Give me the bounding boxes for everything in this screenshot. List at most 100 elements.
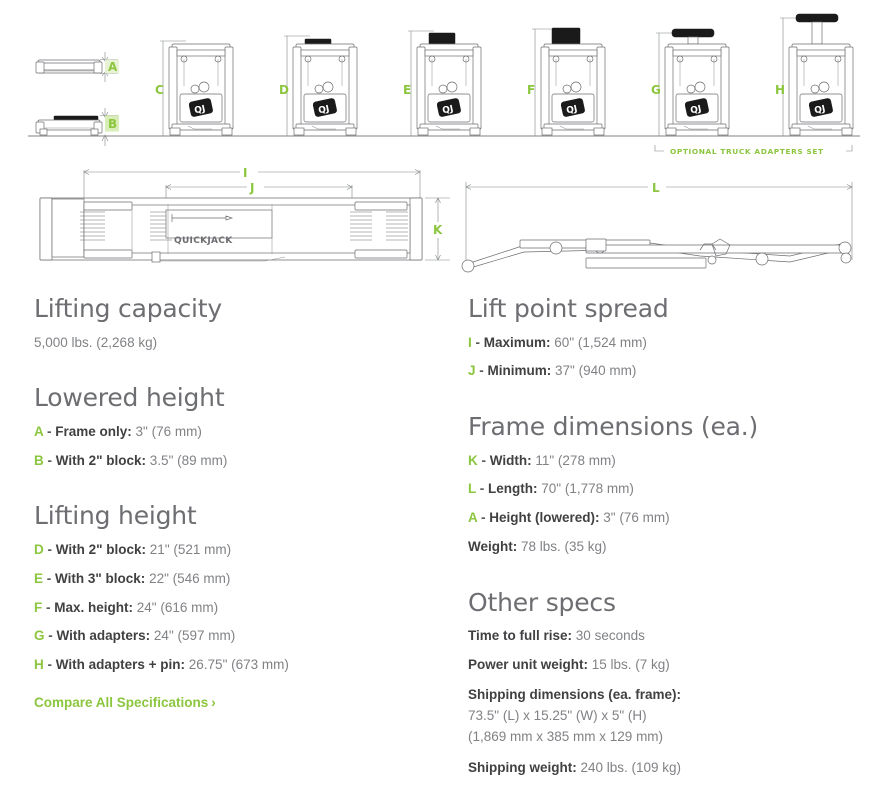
spec-sheet-page: A B C QJ D QJ E QJ F QJ G QJ H QJ OPTION… (0, 0, 885, 791)
spec-key: Weight: (468, 539, 518, 555)
svg-text:L: L (652, 181, 660, 195)
lift-unit-g: G QJ (651, 28, 730, 136)
svg-text:QUICKJACK: QUICKJACK (174, 236, 233, 246)
section-title-lift-point-spread: Lift point spread (468, 294, 669, 323)
svg-text:J: J (249, 181, 254, 195)
spec-key: Width: (489, 452, 532, 468)
compare-all-specifications-link[interactable]: Compare All Specifications › (34, 695, 216, 710)
diagram-area: A B C QJ D QJ E QJ F QJ G QJ H QJ OPTION… (0, 0, 885, 285)
spec-key: Time to full rise: (468, 628, 573, 644)
spec-value: 60" (1,524 mm) (554, 334, 647, 350)
spec-row-power-unit-weight: Power unit weight: 15 lbs. (7 kg) (468, 656, 864, 674)
spec-key: Shipping dimensions (ea. frame): (468, 687, 682, 702)
svg-text:C: C (155, 83, 164, 97)
spec-row-lifting-h: H - With adapters + pin: 26.75" (673 mm) (34, 657, 289, 673)
svg-text:K: K (433, 223, 443, 237)
lift-unit-f: F QJ (527, 27, 606, 136)
side-view-frame: L (461, 181, 853, 273)
svg-text:B: B (108, 117, 117, 131)
section-title-lowered-height: Lowered height (34, 383, 225, 413)
spec-row-lowered-a: A - Frame only: 3" (76 mm) (34, 423, 202, 439)
spec-value: 24" (597 mm) (153, 628, 236, 644)
spec-key: Height (lowered): (489, 510, 600, 526)
specs-area: Lifting capacity 5,000 lbs. (2,268 kg) L… (0, 295, 885, 791)
spec-row-frame-k: K - Width: 11" (278 mm) (468, 452, 616, 468)
callout-letter: B (34, 452, 44, 468)
spec-row-shipping-dimensions: Shipping dimensions (ea. frame): 73.5" (… (468, 685, 864, 748)
specs-left-column: Lifting capacity 5,000 lbs. (2,268 kg) L… (0, 295, 442, 791)
callout-letter: G (34, 628, 45, 644)
spec-key: Minimum: (487, 363, 552, 379)
spec-value: 78 lbs. (35 kg) (521, 539, 607, 555)
chevron-right-icon: › (211, 695, 216, 710)
spec-value: 22" (546 mm) (149, 570, 231, 586)
spec-row-frame-weight: Weight: 78 lbs. (35 kg) (468, 538, 864, 556)
callout-letter: D (34, 541, 44, 557)
callout-letter: K (468, 452, 478, 468)
section-title-frame-dimensions: Frame dimensions (ea.) (468, 412, 759, 442)
callout-letter: L (468, 481, 477, 497)
spec-row-lowered-b: B - With 2" block: 3.5" (89 mm) (34, 452, 228, 468)
spec-key: Max. height: (54, 599, 134, 615)
spec-key: With 2" block: (55, 541, 147, 557)
spec-key: With 2" block: (55, 452, 147, 468)
spec-row-frame-a: A - Height (lowered): 3" (76 mm) (468, 510, 670, 526)
callout-letter: J (468, 363, 476, 379)
svg-text:F: F (527, 83, 535, 97)
spec-value-line-1: 73.5" (L) x 15.25" (W) x 5" (H) (468, 707, 647, 723)
spec-value: 37" (940 mm) (555, 363, 637, 379)
spec-row-lifting-f: F - Max. height: 24" (616 mm) (34, 599, 219, 615)
spec-value: 3.5" (89 mm) (149, 452, 228, 468)
spec-value: 21" (521 mm) (149, 541, 232, 557)
lift-unit-h: H QJ (775, 13, 854, 136)
spec-value-line-2: (1,869 mm x 385 mm x 129 mm) (468, 728, 664, 744)
svg-text:I: I (243, 166, 247, 180)
svg-text:G: G (651, 83, 661, 97)
spec-key: With 3" block: (55, 570, 146, 586)
plan-view-frame: I J QUICKJACK K (39, 166, 450, 263)
lift-unit-c: C QJ (155, 40, 234, 136)
spec-value: 26.75" (673 mm) (188, 657, 289, 673)
lift-frame-lowered-a (35, 59, 103, 74)
svg-text:H: H (775, 83, 785, 97)
spec-value: 3" (76 mm) (603, 510, 670, 526)
lift-unit-d: D QJ (279, 35, 358, 136)
svg-text:E: E (403, 83, 411, 97)
section-title-lifting-capacity: Lifting capacity (34, 294, 222, 323)
section-title-other-specs: Other specs (468, 587, 616, 617)
callout-letter: A (34, 423, 44, 439)
spec-key: Maximum: (483, 334, 551, 350)
callout-letter: F (34, 599, 43, 615)
callout-letter: E (34, 570, 44, 586)
spec-row-lifting-e: E - With 3" block: 22" (546 mm) (34, 570, 231, 586)
spec-key: Frame only: (55, 423, 132, 439)
spec-value: 30 seconds (575, 628, 645, 644)
spec-row-lifting-d: D - With 2" block: 21" (521 mm) (34, 541, 232, 557)
lift-unit-e: E QJ (403, 30, 482, 136)
spec-key: With adapters + pin: (55, 657, 186, 673)
spec-key: Power unit weight: (468, 657, 588, 673)
callout-letter: H (34, 657, 44, 673)
spec-row-spread-i: I - Maximum: 60" (1,524 mm) (468, 334, 647, 350)
specs-right-column: Lift point spread I - Maximum: 60" (1,52… (442, 295, 884, 791)
spec-key: Length: (488, 481, 538, 497)
spec-row-time-to-rise: Time to full rise: 30 seconds (468, 627, 864, 645)
spec-row-lifting-g: G - With adapters: 24" (597 mm) (34, 628, 236, 644)
callout-letter: A (468, 510, 478, 526)
svg-text:D: D (279, 83, 289, 97)
spec-value: 15 lbs. (7 kg) (591, 657, 670, 673)
spec-row-frame-l: L - Length: 70" (1,778 mm) (468, 481, 634, 497)
lift-frame-lowered-b (35, 115, 103, 136)
spec-value: 3" (76 mm) (135, 423, 202, 439)
spec-row-spread-j: J - Minimum: 37" (940 mm) (468, 363, 637, 379)
spec-lifting-capacity: 5,000 lbs. (2,268 kg) (34, 334, 422, 352)
technical-drawings-svg: A B C QJ D QJ E QJ F QJ G QJ H QJ OPTION… (28, 13, 860, 273)
spec-key: With adapters: (56, 628, 151, 644)
spec-value: 70" (1,778 mm) (541, 481, 634, 497)
spec-value: 240 lbs. (109 kg) (580, 759, 682, 775)
dimension-callout-a: A (100, 52, 119, 82)
dimension-callout-b: B (100, 108, 119, 146)
optional-adapters-label: OPTIONAL TRUCK ADAPTERS SET (670, 147, 824, 156)
spec-row-shipping-weight: Shipping weight: 240 lbs. (109 kg) (468, 759, 864, 777)
optional-truck-adapters-bracket: OPTIONAL TRUCK ADAPTERS SET (654, 144, 853, 157)
